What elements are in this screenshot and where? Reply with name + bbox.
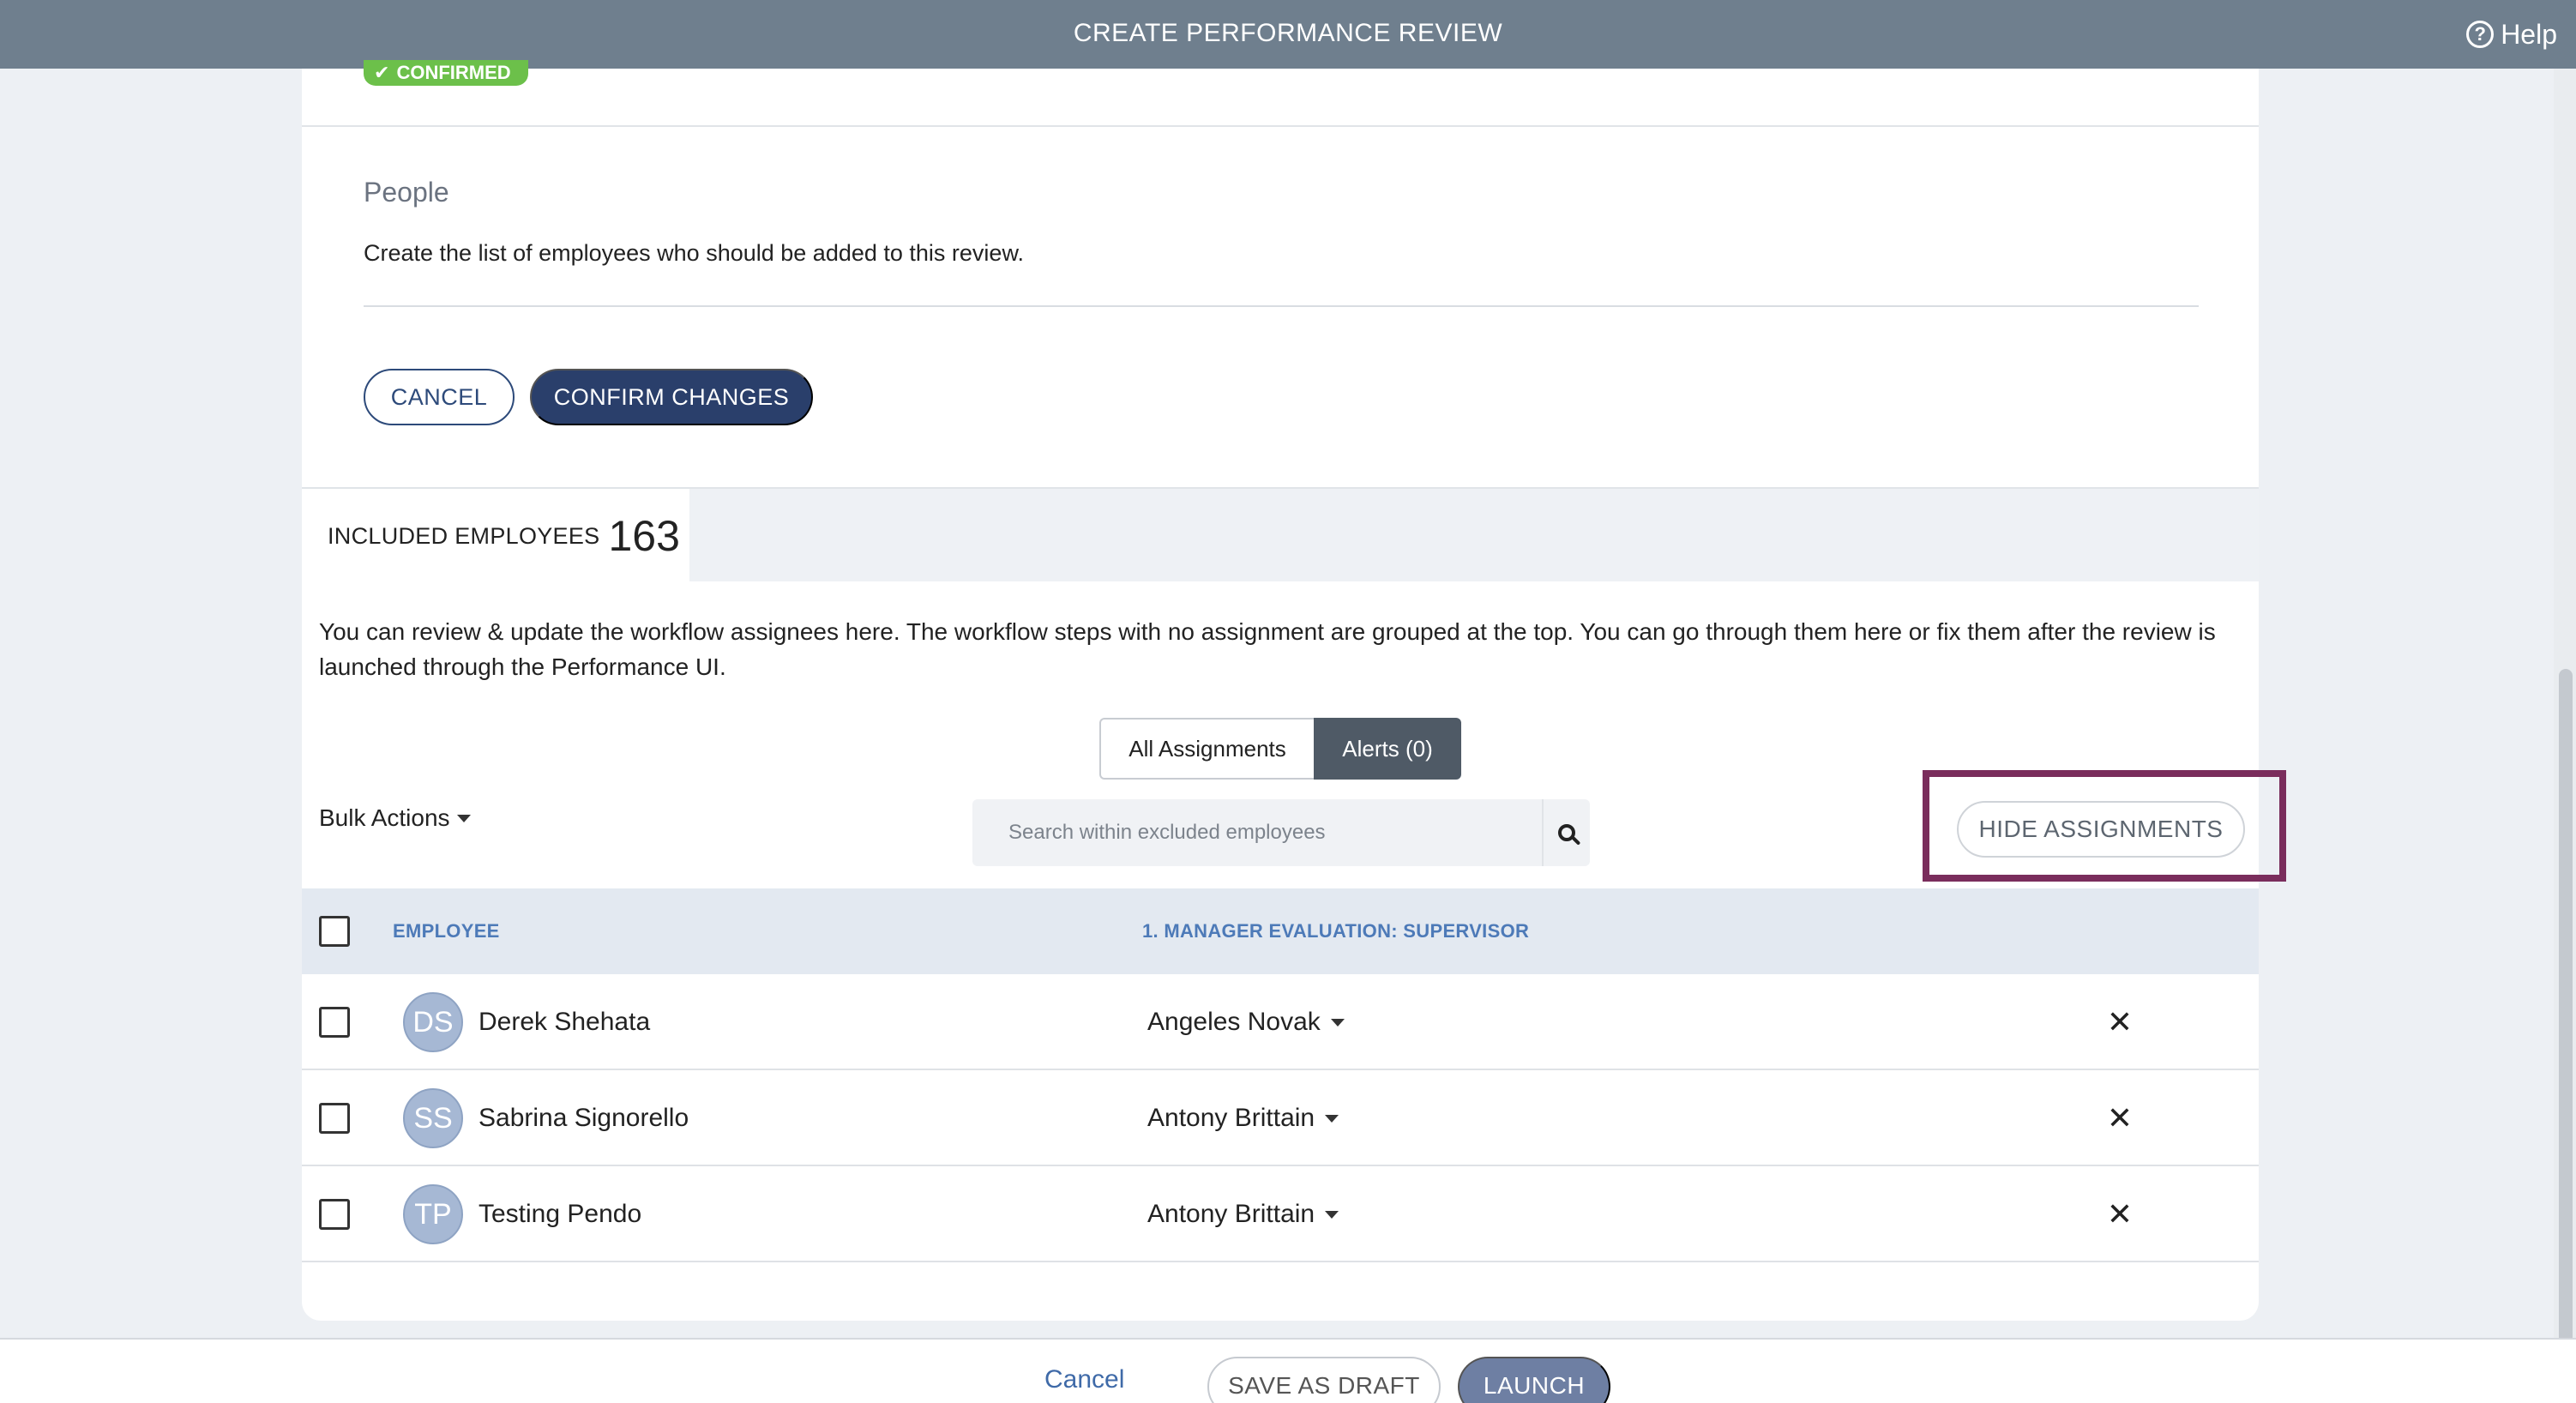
assignments-description: You can review & update the workflow ass… (319, 618, 2216, 680)
help-label: Help (2501, 18, 2557, 50)
section-divider (302, 125, 2259, 127)
row-checkbox[interactable] (319, 1007, 350, 1038)
tab-alerts[interactable]: Alerts (0) (1314, 718, 1461, 780)
tab-included-label: INCLUDED EMPLOYEES (328, 522, 600, 549)
cancel-button[interactable]: CANCEL (364, 369, 515, 425)
save-as-draft-button[interactable]: SAVE AS DRAFT (1207, 1357, 1441, 1403)
row-checkbox[interactable] (319, 1199, 350, 1230)
status-badge: ✔ CONFIRMED (364, 60, 528, 86)
scrollbar-track[interactable] (2554, 69, 2576, 1398)
caret-down-icon (1325, 1114, 1339, 1123)
close-icon[interactable]: ✕ (2103, 1100, 2137, 1135)
assignee-name: Antony Brittain (1147, 1104, 1315, 1132)
search-icon (1558, 824, 1575, 841)
included-count: 163 (608, 512, 680, 560)
caret-down-icon (1330, 1018, 1345, 1027)
employee-name: Sabrina Signorello (478, 1104, 689, 1132)
row-checkbox[interactable] (319, 1103, 350, 1134)
column-header-employee: EMPLOYEE (393, 920, 500, 942)
table-row: TP Testing Pendo Antony Brittain ✕ (302, 1166, 2259, 1262)
page-title: CREATE PERFORMANCE REVIEW (1073, 19, 1503, 47)
column-header-manager-evaluation: 1. MANAGER EVALUATION: SUPERVISOR (1142, 920, 1530, 942)
assignee-dropdown[interactable]: Antony Brittain (1147, 1166, 1339, 1262)
select-all-checkbox[interactable] (319, 916, 350, 947)
close-icon[interactable]: ✕ (2103, 1004, 2137, 1039)
people-heading: People (364, 177, 449, 208)
people-divider (364, 305, 2199, 307)
assignee-name: Antony Brittain (1147, 1200, 1315, 1228)
bulk-actions-label: Bulk Actions (319, 804, 450, 831)
tab-all-assignments[interactable]: All Assignments (1099, 718, 1314, 780)
assignee-name: Angeles Novak (1147, 1008, 1321, 1036)
assignment-filter-tabs: All Assignments Alerts (0) (1099, 718, 1461, 780)
caret-down-icon (456, 814, 471, 822)
tab-included-employees[interactable]: INCLUDED EMPLOYEES 163 (302, 489, 689, 583)
search-box (972, 799, 1590, 866)
table-row: DS Derek Shehata Angeles Novak ✕ (302, 974, 2259, 1070)
employee-name: Derek Shehata (478, 1008, 651, 1036)
assignee-dropdown[interactable]: Antony Brittain (1147, 1070, 1339, 1166)
employee-name: Testing Pendo (478, 1200, 642, 1228)
check-icon: ✔ (374, 62, 390, 83)
close-icon[interactable]: ✕ (2103, 1196, 2137, 1231)
employees-tab-bar: INCLUDED EMPLOYEES 163 (302, 487, 2259, 583)
avatar: SS (403, 1088, 463, 1148)
bottom-action-bar: Cancel SAVE AS DRAFT LAUNCH (0, 1338, 2576, 1403)
launch-button[interactable]: LAUNCH (1458, 1357, 1610, 1403)
review-card: ✔ CONFIRMED People Create the list of em… (302, 60, 2286, 1352)
people-description: Create the list of employees who should … (364, 240, 1024, 266)
hide-assignments-button[interactable]: HIDE ASSIGNMENTS (1957, 801, 2245, 858)
search-button[interactable] (1542, 799, 1590, 866)
help-icon: ? (2466, 21, 2495, 48)
help-link[interactable]: ? Help (2466, 0, 2557, 69)
caret-down-icon (1325, 1210, 1339, 1219)
table-header: EMPLOYEE 1. MANAGER EVALUATION: SUPERVIS… (302, 888, 2259, 974)
table-row: SS Sabrina Signorello Antony Brittain ✕ (302, 1070, 2259, 1166)
top-bar: CREATE PERFORMANCE REVIEW ? Help (0, 0, 2576, 69)
scrollbar-thumb[interactable] (2559, 669, 2573, 1398)
footer-cancel-link[interactable]: Cancel (1044, 1365, 1124, 1394)
confirm-changes-button[interactable]: CONFIRM CHANGES (530, 369, 813, 425)
avatar: TP (403, 1184, 463, 1244)
assignee-dropdown[interactable]: Angeles Novak (1147, 974, 1345, 1070)
search-input[interactable] (972, 799, 1538, 866)
status-badge-label: CONFIRMED (396, 62, 511, 83)
avatar: DS (403, 992, 463, 1052)
bulk-actions-dropdown[interactable]: Bulk Actions (319, 804, 471, 832)
